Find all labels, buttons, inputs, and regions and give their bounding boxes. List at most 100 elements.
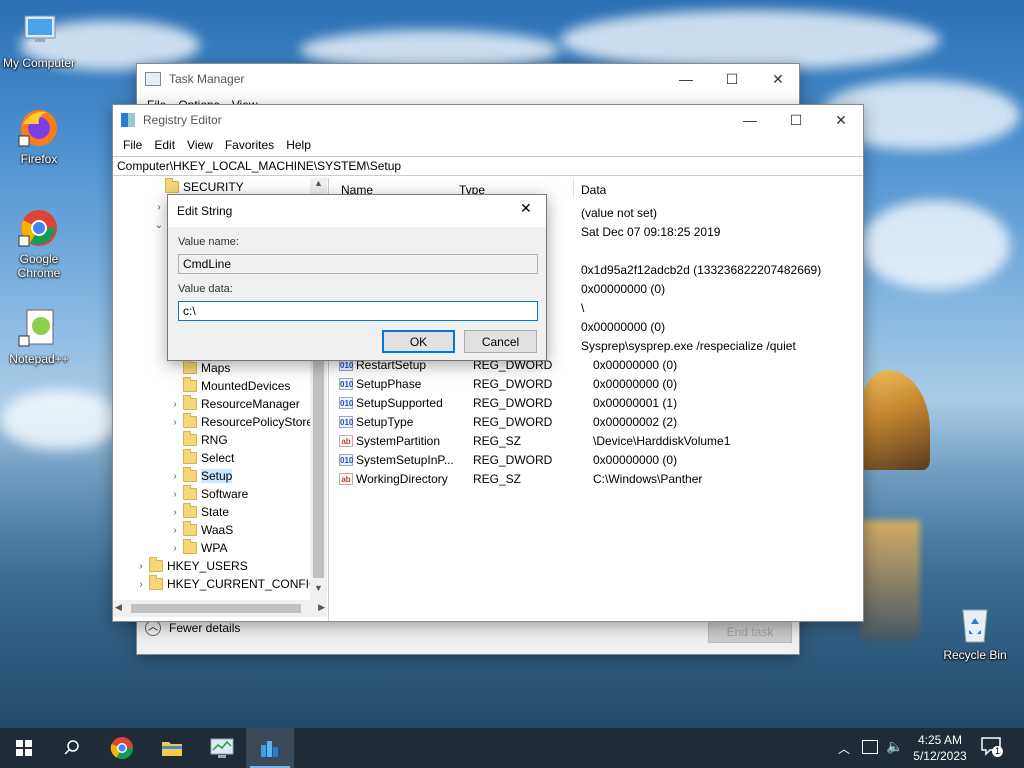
desktop-icon-my-computer[interactable]: My Computer — [1, 10, 77, 70]
tree-item[interactable]: › State — [169, 503, 229, 521]
chevron-right-icon[interactable]: › — [169, 525, 181, 536]
value-row[interactable]: 0x00000000 (0) — [581, 279, 665, 298]
tree-item-selected[interactable]: › Setup — [169, 467, 233, 485]
tree-item[interactable]: › — [153, 198, 165, 216]
end-task-button[interactable]: End task — [708, 620, 792, 643]
taskbar-registry-editor[interactable] — [246, 728, 294, 768]
start-button[interactable] — [0, 728, 48, 768]
address-bar[interactable]: Computer\HKEY_LOCAL_MACHINE\SYSTEM\Setup — [113, 156, 863, 176]
menu-view[interactable]: View — [181, 138, 219, 152]
dword-value-icon: 010 — [339, 396, 354, 409]
menu-help[interactable]: Help — [280, 138, 317, 152]
tree-item[interactable]: ⌄ — [153, 216, 165, 234]
value-row[interactable]: ab SystemPartition REG_SZ \Device\Harddi… — [339, 431, 859, 450]
value-row[interactable]: 010 SetupSupported REG_DWORD 0x00000001 … — [339, 393, 859, 412]
desktop-icon-google-chrome[interactable]: Google Chrome — [1, 206, 77, 280]
scroll-up-arrow-icon[interactable]: ▲ — [310, 178, 327, 195]
value-row[interactable]: 0x00000000 (0) — [581, 317, 665, 336]
chevron-right-icon[interactable]: › — [169, 489, 181, 500]
value-name-label: Value name: — [178, 236, 239, 248]
tree-item[interactable]: › HKEY_CURRENT_CONFIG — [135, 575, 318, 593]
taskbar-chrome[interactable] — [98, 728, 146, 768]
value-row[interactable]: 010 SetupType REG_DWORD 0x00000002 (2) — [339, 412, 859, 431]
dword-value-icon: 010 — [339, 453, 354, 466]
edit-string-dialog: Edit String ✕ Value name: Value data: OK… — [167, 194, 547, 361]
value-row[interactable]: 0x1d95a2f12adcb2d (133236822207482669) — [581, 260, 821, 279]
chevron-right-icon[interactable]: › — [169, 471, 181, 482]
value-data-field[interactable] — [178, 301, 538, 321]
menu-file[interactable]: File — [117, 138, 148, 152]
tree-item[interactable]: › HKEY_USERS — [135, 557, 248, 575]
chevron-right-icon[interactable]: › — [169, 507, 181, 518]
close-button[interactable]: ✕ — [755, 64, 801, 94]
tree-item[interactable]: › WPA — [169, 539, 227, 557]
column-divider[interactable] — [573, 178, 574, 198]
desktop-icon-recycle-bin[interactable]: Recycle Bin — [937, 602, 1013, 662]
chevron-right-icon[interactable]: › — [135, 579, 147, 590]
scroll-right-arrow-icon[interactable]: ▶ — [318, 602, 325, 613]
action-center-button[interactable]: 1 — [980, 736, 1006, 760]
tree-item[interactable]: › WaaS — [169, 521, 233, 539]
firefox-icon — [17, 106, 61, 150]
clock[interactable]: 4:25 AM 5/12/2023 — [910, 732, 970, 764]
desktop-icon-notepad-plus-plus[interactable]: Notepad++ — [1, 306, 77, 366]
column-header-data[interactable]: Data — [581, 183, 606, 197]
tree-item[interactable]: Select — [169, 449, 234, 467]
folder-icon — [183, 359, 197, 374]
close-button[interactable]: ✕ — [520, 200, 532, 217]
folder-icon — [162, 742, 182, 756]
chevron-right-icon[interactable]: › — [169, 399, 181, 410]
desktop-icon-firefox[interactable]: Firefox — [1, 106, 77, 166]
search-button[interactable] — [48, 728, 96, 768]
tree-item[interactable]: › ResourcePolicyStore — [169, 413, 313, 431]
tree-item[interactable]: › Software — [169, 485, 248, 503]
tree-item[interactable]: RNG — [169, 431, 228, 449]
tree-item[interactable]: Maps — [169, 359, 230, 377]
chevron-right-icon[interactable]: › — [135, 561, 147, 572]
tree-item[interactable]: MountedDevices — [169, 377, 290, 395]
value-row[interactable]: 010 SystemSetupInP... REG_DWORD 0x000000… — [339, 450, 859, 469]
registry-editor-title: Registry Editor — [143, 113, 222, 127]
clock-date: 5/12/2023 — [913, 749, 967, 763]
value-row[interactable]: (value not set) — [581, 203, 657, 222]
close-button[interactable]: ✕ — [818, 105, 864, 135]
minimize-button[interactable]: — — [663, 64, 709, 94]
chevron-down-icon[interactable]: ⌄ — [153, 220, 165, 231]
value-row[interactable]: ab WorkingDirectory REG_SZ C:\Windows\Pa… — [339, 469, 859, 488]
volume-icon[interactable]: 🔈 — [886, 738, 903, 755]
dword-value-icon: 010 — [339, 377, 354, 390]
value-row[interactable]: 010 SetupPhase REG_DWORD 0x00000000 (0) — [339, 374, 859, 393]
notepad-plus-plus-icon — [17, 306, 61, 350]
string-value-icon: ab — [339, 472, 353, 485]
show-hidden-icons-button[interactable]: ︿ — [838, 740, 850, 757]
taskbar-task-manager[interactable] — [198, 728, 246, 768]
value-name-field[interactable] — [178, 254, 538, 274]
scroll-thumb[interactable] — [131, 604, 301, 613]
search-icon — [64, 740, 79, 755]
network-icon[interactable] — [862, 740, 878, 754]
desktop-icon-label: Notepad++ — [9, 352, 69, 366]
menu-favorites[interactable]: Favorites — [219, 138, 280, 152]
folder-icon — [183, 503, 197, 518]
chevron-right-icon[interactable]: › — [153, 202, 165, 213]
chevron-right-icon[interactable]: › — [169, 543, 181, 554]
menu-edit[interactable]: Edit — [148, 138, 181, 152]
chrome-icon — [17, 206, 61, 250]
tree-horizontal-scrollbar[interactable]: ◀ ▶ — [113, 600, 327, 617]
fewer-details-button[interactable]: ︿ Fewer details — [145, 620, 240, 636]
scroll-left-arrow-icon[interactable]: ◀ — [115, 602, 122, 613]
tree-item[interactable]: › ResourceManager — [169, 395, 300, 413]
minimize-button[interactable]: — — [727, 105, 773, 135]
taskbar-file-explorer[interactable] — [148, 728, 196, 768]
maximize-button[interactable]: ☐ — [709, 64, 755, 94]
registry-editor-icon — [261, 741, 278, 757]
maximize-button[interactable]: ☐ — [773, 105, 819, 135]
ok-button[interactable]: OK — [382, 330, 455, 353]
cancel-button[interactable]: Cancel — [464, 330, 537, 353]
folder-icon — [183, 485, 197, 500]
value-row[interactable]: Sysprep\sysprep.exe /respecialize /quiet — [581, 336, 796, 355]
value-row[interactable]: \ — [581, 298, 584, 317]
scroll-down-arrow-icon[interactable]: ▼ — [310, 583, 327, 600]
chevron-right-icon[interactable]: › — [169, 417, 181, 428]
value-row[interactable]: Sat Dec 07 09:18:25 2019 — [581, 222, 720, 241]
